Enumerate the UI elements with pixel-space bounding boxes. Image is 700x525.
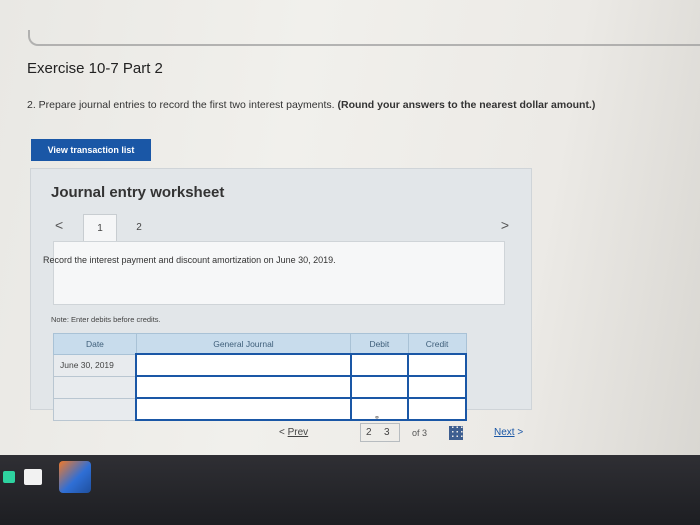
header-general-journal: General Journal: [135, 333, 352, 355]
credit-input[interactable]: [407, 353, 467, 377]
grid-menu-icon[interactable]: [449, 426, 463, 440]
pagination-bar: < Prev ⚭ 2 3 of 3 Next >: [0, 415, 700, 445]
instruction-text: Record the interest payment and discount…: [43, 255, 336, 265]
next-label: Next: [494, 427, 515, 438]
credit-input[interactable]: [407, 375, 467, 399]
tab-2[interactable]: 2: [123, 214, 155, 241]
date-cell: [53, 397, 137, 421]
date-cell: June 30, 2019: [53, 353, 137, 377]
chevron-left-icon[interactable]: <: [55, 217, 63, 233]
chevron-left-icon: <: [279, 427, 285, 438]
account-input[interactable]: [135, 375, 352, 399]
browser-screen: Exercise 10-7 Part 2 2. Prepare journal …: [0, 0, 700, 455]
debit-input[interactable]: [349, 353, 410, 377]
table-row: [53, 397, 467, 421]
header-credit: Credit: [407, 333, 467, 355]
credit-input[interactable]: [407, 397, 467, 421]
taskbar: [0, 455, 700, 525]
account-input[interactable]: [135, 397, 352, 421]
app-icon[interactable]: [3, 471, 15, 483]
debit-input[interactable]: [349, 375, 410, 399]
page-total: of 3: [412, 428, 428, 438]
header-debit: Debit: [350, 333, 409, 355]
worksheet-title: Journal entry worksheet: [51, 184, 225, 201]
page-selector[interactable]: ⚭ 2 3: [360, 415, 402, 442]
date-cell: [53, 375, 137, 399]
question-bold: (Round your answers to the nearest dolla…: [337, 99, 596, 111]
journal-table: Date General Journal Debit Credit June 3…: [53, 333, 467, 421]
header-date: Date: [53, 333, 137, 355]
next-button[interactable]: Next >: [494, 427, 523, 438]
table-row: [53, 375, 467, 399]
question-plain: 2. Prepare journal entries to record the…: [27, 99, 338, 111]
exercise-title: Exercise 10-7 Part 2: [27, 60, 163, 77]
prev-button[interactable]: < Prev: [279, 427, 308, 438]
instruction-box: [53, 241, 505, 305]
page-divider: [28, 30, 700, 46]
chevron-right-icon: >: [517, 427, 524, 438]
page-number-b[interactable]: 3: [384, 427, 390, 438]
table-row: June 30, 2019: [53, 353, 467, 377]
question-text: 2. Prepare journal entries to record the…: [27, 99, 595, 111]
app-icon[interactable]: [24, 469, 42, 485]
chevron-right-icon[interactable]: >: [501, 217, 509, 233]
prev-label: Prev: [287, 427, 309, 438]
account-input[interactable]: [135, 353, 352, 377]
page-number-a[interactable]: 2: [366, 427, 372, 438]
note-text: Note: Enter debits before credits.: [51, 315, 161, 324]
link-icon: ⚭: [374, 415, 380, 422]
view-transaction-list-button[interactable]: View transaction list: [31, 139, 151, 161]
journal-entry-worksheet: Journal entry worksheet < 1 2 > Record t…: [30, 168, 532, 421]
tab-1[interactable]: 1: [83, 214, 117, 242]
app-icon[interactable]: [59, 461, 91, 493]
